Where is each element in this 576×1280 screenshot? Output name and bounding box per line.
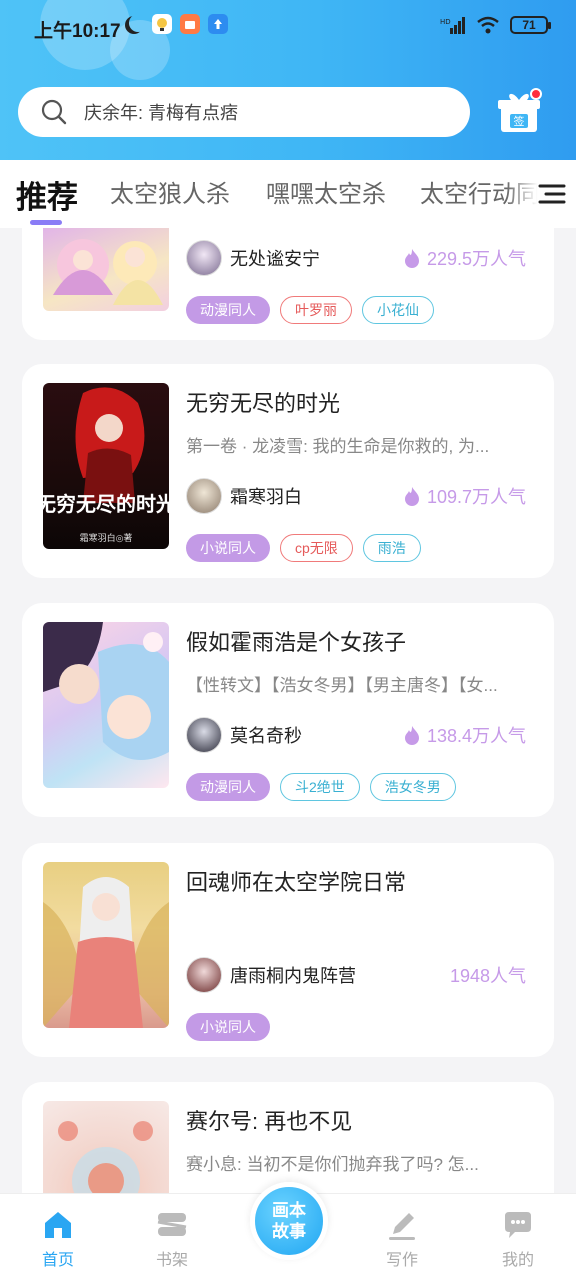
story-description: 赛小息: 当初不是你们抛弃我了吗? 怎... xyxy=(186,1155,479,1174)
story-tags: 小说同人 xyxy=(186,1013,270,1041)
story-title[interactable]: 假如霍雨浩是个女孩子 xyxy=(186,625,406,657)
popularity: 1948人气 xyxy=(450,962,526,988)
nav-write[interactable]: 写作 xyxy=(362,1208,442,1270)
nav-home[interactable]: 首页 xyxy=(18,1208,98,1270)
story-card[interactable]: 赛尔号: 再也不见 赛小息: 当初不是你们抛弃我了吗? 怎... xyxy=(22,1082,554,1193)
story-title[interactable]: 回魂师在太空学院日常 xyxy=(186,865,406,897)
author-avatar[interactable] xyxy=(186,717,222,753)
popularity: 229.5万人气 xyxy=(403,245,526,271)
search-input[interactable]: 庆余年: 青梅有点痞 xyxy=(18,87,470,137)
popularity-count: 138.4万人气 xyxy=(426,726,526,746)
story-title[interactable]: 无穷无尽的时光 xyxy=(186,386,340,418)
nav-mine[interactable]: 我的 xyxy=(478,1208,558,1270)
category-tabs: 推荐 太空狼人杀 嘿嘿太空杀 太空行动同 xyxy=(0,160,576,228)
status-time: 上午10:17 xyxy=(34,21,121,42)
picture-story-button[interactable]: 画本 故事 xyxy=(250,1182,328,1260)
story-tag[interactable]: 动漫同人 xyxy=(186,296,270,324)
tab-indicator xyxy=(30,220,62,225)
nav-shelf-label: 书架 xyxy=(155,1252,188,1269)
story-tag[interactable]: 小说同人 xyxy=(186,1013,270,1041)
author-name[interactable]: 无处谧安宁 xyxy=(230,245,403,271)
story-tag[interactable]: 斗2绝世 xyxy=(280,773,360,801)
pen-icon xyxy=(389,1213,415,1240)
story-card[interactable]: 假如霍雨浩是个女孩子 【性转文】【浩女冬男】【男主唐冬】【女... 莫名奇秒 1… xyxy=(22,603,554,817)
home-icon xyxy=(45,1212,71,1238)
story-description: 第一卷 · 龙凌雪: 我的生命是你救的, 为... xyxy=(186,437,490,456)
header: 上午10:17 HD 71 庆余年: 青梅有点痞 签 xyxy=(0,0,576,160)
tab-space-werewolf[interactable]: 太空狼人杀 xyxy=(110,174,230,209)
gift-label: 签 xyxy=(514,114,525,128)
story-feed[interactable]: 无处谧安宁 229.5万人气 动漫同人 叶罗丽 小花仙 无穷无尽的时光 霜寒羽白… xyxy=(0,228,576,1193)
center-button-line2: 故事 xyxy=(272,1222,306,1241)
category-menu-icon[interactable] xyxy=(536,178,568,210)
author-name[interactable]: 莫名奇秒 xyxy=(230,722,403,748)
chat-bubble-icon xyxy=(505,1212,531,1238)
story-tag[interactable]: 小花仙 xyxy=(362,296,434,324)
cover-title: 无穷无尽的时光 xyxy=(43,492,169,516)
story-cover xyxy=(43,862,169,1028)
shop-notification-icon xyxy=(180,14,200,34)
flame-icon xyxy=(404,487,419,506)
author-name[interactable]: 霜寒羽白 xyxy=(230,483,403,509)
tab-heihei-space-kill[interactable]: 嘿嘿太空杀 xyxy=(266,174,386,209)
popularity: 138.4万人气 xyxy=(403,722,526,748)
author-name[interactable]: 唐雨桐内鬼阵营 xyxy=(230,962,450,988)
story-cover xyxy=(43,228,169,311)
nav-home-label: 首页 xyxy=(41,1252,74,1269)
battery-icon: 71 xyxy=(510,16,551,34)
popularity-count: 229.5万人气 xyxy=(426,249,526,269)
upload-notification-icon xyxy=(208,14,228,34)
author-avatar[interactable] xyxy=(186,957,222,993)
app-notification-icon xyxy=(152,14,172,34)
story-tag[interactable]: 雨浩 xyxy=(362,534,421,562)
tab-recommend[interactable]: 推荐 xyxy=(16,172,78,217)
author-avatar[interactable] xyxy=(186,478,222,514)
story-tag[interactable]: 动漫同人 xyxy=(186,773,270,801)
story-card[interactable]: 无穷无尽的时光 霜寒羽白◎著 无穷无尽的时光 第一卷 · 龙凌雪: 我的生命是你… xyxy=(22,364,554,578)
signal-icon: HD xyxy=(440,17,465,34)
story-title[interactable]: 赛尔号: 再也不见 xyxy=(186,1104,352,1136)
svg-text:HD: HD xyxy=(440,18,451,26)
popularity: 109.7万人气 xyxy=(403,483,526,509)
story-card[interactable]: 无处谧安宁 229.5万人气 动漫同人 叶罗丽 小花仙 xyxy=(22,228,554,340)
story-tags: 动漫同人 斗2绝世 浩女冬男 xyxy=(186,773,456,801)
flame-icon xyxy=(404,249,419,268)
story-tag[interactable]: 小说同人 xyxy=(186,534,270,562)
story-tag[interactable]: 叶罗丽 xyxy=(280,296,352,324)
center-button-line1: 画本 xyxy=(272,1201,306,1220)
cover-author: 霜寒羽白◎著 xyxy=(80,532,133,544)
story-tags: 动漫同人 叶罗丽 小花仙 xyxy=(186,296,434,324)
bookshelf-icon xyxy=(157,1213,187,1236)
nav-mine-label: 我的 xyxy=(501,1252,534,1269)
nav-shelf[interactable]: 书架 xyxy=(132,1208,212,1270)
flame-icon xyxy=(404,726,419,745)
story-cover: 无穷无尽的时光 霜寒羽白◎著 xyxy=(43,383,169,549)
story-description: 【性转文】【浩女冬男】【男主唐冬】【女... xyxy=(186,676,498,695)
story-cover xyxy=(43,1101,169,1193)
popularity-count: 1948人气 xyxy=(449,966,526,986)
search-icon xyxy=(41,99,67,125)
wifi-icon xyxy=(477,16,499,34)
search-placeholder: 庆余年: 青梅有点痞 xyxy=(84,103,239,123)
nav-write-label: 写作 xyxy=(385,1252,418,1269)
story-tags: 小说同人 cp无限 雨浩 xyxy=(186,534,421,562)
popularity-count: 109.7万人气 xyxy=(426,487,526,507)
story-cover xyxy=(43,622,169,788)
author-avatar[interactable] xyxy=(186,240,222,276)
story-tag[interactable]: cp无限 xyxy=(280,534,353,562)
story-card[interactable]: 回魂师在太空学院日常 唐雨桐内鬼阵营 1948人气 小说同人 xyxy=(22,843,554,1057)
notification-dot xyxy=(530,88,542,100)
status-bar: 上午10:17 HD 71 xyxy=(0,0,576,56)
moon-icon xyxy=(124,14,144,34)
story-tag[interactable]: 浩女冬男 xyxy=(369,773,456,801)
